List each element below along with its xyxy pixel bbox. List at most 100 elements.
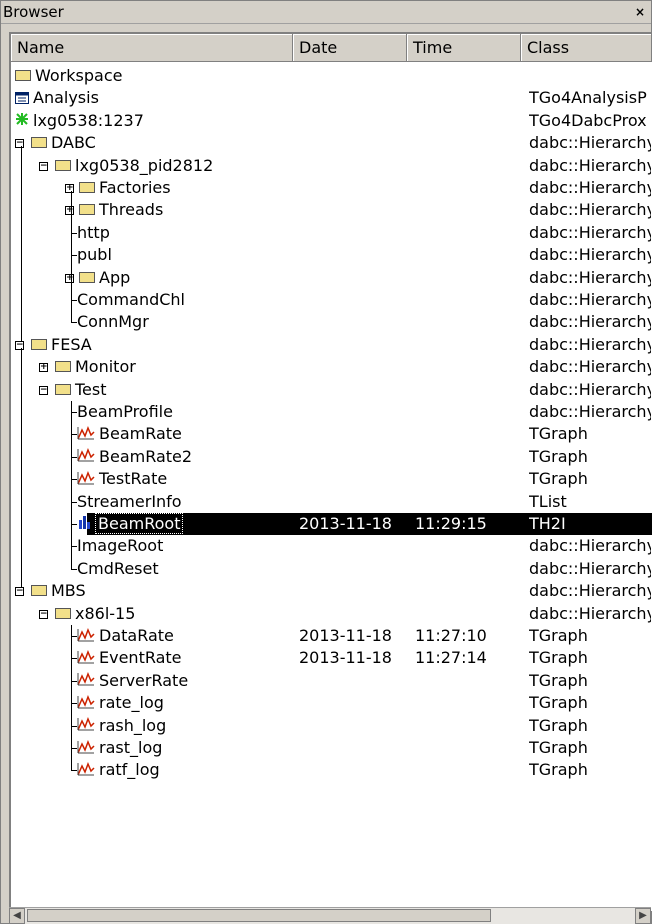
tree-row[interactable]: CmdReset dabc::Hierarchy <box>11 558 652 580</box>
tree-row[interactable]: ImageRoot dabc::Hierarchy <box>11 535 652 557</box>
row-name: BeamRoot <box>77 513 184 536</box>
row-date: 2013-11-18 <box>299 626 392 645</box>
tree-row[interactable]: + Monitor dabc::Hierarchy <box>11 356 652 378</box>
tree-row[interactable]: BeamRate2 TGraph <box>11 446 652 468</box>
row-name: Threads <box>79 199 163 221</box>
folder-icon <box>31 137 47 149</box>
tree-row[interactable]: http dabc::Hierarchy <box>11 222 652 244</box>
row-label: BeamRate2 <box>99 446 193 466</box>
folder-icon <box>55 383 71 395</box>
row-name: ImageRoot <box>77 535 163 557</box>
row-name: lxg0538_pid2812 <box>55 155 213 177</box>
row-time: 11:27:14 <box>415 648 487 668</box>
graph-icon <box>77 715 95 737</box>
tree-row[interactable]: BeamRate TGraph <box>11 423 652 445</box>
tree-row[interactable]: − x86l-15 dabc::Hierarchy <box>11 603 652 625</box>
expand-icon[interactable]: + <box>39 363 48 373</box>
horizontal-scrollbar[interactable]: ◀ ▶ <box>9 907 651 924</box>
tree-row[interactable]: EventRate 2013-11-18 11:27:14 TGraph <box>11 647 652 669</box>
graph-icon <box>77 760 95 782</box>
row-name: MBS <box>31 580 86 602</box>
row-class: TGraph <box>529 446 588 466</box>
tree-row[interactable]: DataRate 2013-11-18 11:27:10 TGraph <box>11 625 652 647</box>
tree-row[interactable]: ServerRate TGraph <box>11 670 652 692</box>
collapse-icon[interactable]: − <box>15 340 24 350</box>
tree-row[interactable]: − lxg0538_pid2812 dabc::Hierarchy <box>11 155 652 177</box>
tree-row[interactable]: Workspace <box>11 65 652 87</box>
tree-list-view[interactable]: Name Date Time Class Workspace Analysis TG… <box>9 32 652 911</box>
expand-icon[interactable]: + <box>65 206 74 216</box>
row-label: CommandChl <box>77 290 185 309</box>
tree-row[interactable]: rash_log TGraph <box>11 715 652 737</box>
row-class: dabc::Hierarchy <box>529 267 651 287</box>
folder-icon <box>55 361 71 373</box>
row-name: CmdReset <box>77 558 159 580</box>
folder-icon <box>31 338 47 350</box>
title-bar[interactable]: Browser × <box>1 1 651 24</box>
tree-row[interactable]: CommandChl dabc::Hierarchy <box>11 289 652 311</box>
tree-row[interactable]: publ dabc::Hierarchy <box>11 244 652 266</box>
tree-row[interactable]: Analysis TGo4AnalysisP <box>11 87 652 109</box>
tree-row[interactable]: − DABC dabc::Hierarchy <box>11 132 652 154</box>
row-label: ServerRate <box>99 670 189 690</box>
tree-row[interactable]: ConnMgr dabc::Hierarchy <box>11 311 652 333</box>
tree-row[interactable]: ratf_log TGraph <box>11 759 652 781</box>
expand-icon[interactable]: + <box>65 273 74 283</box>
collapse-icon[interactable]: − <box>39 385 48 395</box>
tree-row[interactable]: TestRate TGraph <box>11 468 652 490</box>
scroll-left-icon[interactable]: ◀ <box>9 908 25 924</box>
tree-row[interactable]: + Factories dabc::Hierarchy <box>11 177 652 199</box>
column-header-class[interactable]: Class <box>521 34 652 62</box>
scroll-right-icon[interactable]: ▶ <box>635 908 651 924</box>
scrollbar-thumb[interactable] <box>27 909 491 922</box>
column-header-date[interactable]: Date <box>293 34 407 62</box>
graph-icon <box>77 626 95 648</box>
tree-row[interactable]: + App dabc::Hierarchy <box>11 267 652 289</box>
collapse-icon[interactable]: − <box>15 139 24 149</box>
tree-connector-line <box>71 191 72 323</box>
tree-row[interactable]: StreamerInfo TList <box>11 491 652 513</box>
tree-row[interactable]: + Threads dabc::Hierarchy <box>11 199 652 221</box>
row-class: dabc::Hierarchy <box>529 581 651 601</box>
tree-row[interactable]: lxg0538:1237 TGo4DabcProx <box>11 110 652 132</box>
tree-row[interactable]: BeamRoot 2013-11-18 11:29:15 TH2I <box>11 513 652 535</box>
collapse-icon[interactable]: − <box>39 609 48 619</box>
row-name: Workspace <box>15 65 122 87</box>
row-label: lxg0538:1237 <box>33 110 144 130</box>
graph-icon <box>77 469 95 491</box>
row-name: publ <box>77 244 112 266</box>
tree-connector-line <box>21 347 22 589</box>
close-icon[interactable]: × <box>633 5 647 19</box>
row-name: FESA <box>31 334 92 356</box>
tree-row[interactable]: BeamProfile dabc::Hierarchy <box>11 401 652 423</box>
collapse-icon[interactable]: − <box>39 161 48 171</box>
row-class: TGo4DabcProx <box>529 110 647 130</box>
column-header-name[interactable]: Name <box>11 34 293 62</box>
dabc-server-icon <box>15 110 29 132</box>
tree-row[interactable]: − MBS dabc::Hierarchy <box>11 580 652 602</box>
row-label: rate_log <box>99 693 164 713</box>
row-name: Analysis <box>15 87 99 110</box>
tree-row[interactable]: rast_log TGraph <box>11 737 652 759</box>
row-label: BeamProfile <box>77 402 173 421</box>
tree-connector-line <box>71 625 72 771</box>
row-label: EventRate <box>99 648 182 668</box>
row-class: dabc::Hierarchy <box>529 245 651 265</box>
row-name: Factories <box>79 177 171 199</box>
row-name: App <box>79 267 130 289</box>
tree-row[interactable]: rate_log TGraph <box>11 692 652 714</box>
column-header-time[interactable]: Time <box>407 34 521 62</box>
row-label: Analysis <box>33 88 99 108</box>
tree-row[interactable]: − FESA dabc::Hierarchy <box>11 334 652 356</box>
row-class: TGraph <box>529 469 588 489</box>
tree-row[interactable]: − Test dabc::Hierarchy <box>11 379 652 401</box>
row-class: dabc::Hierarchy <box>529 379 651 399</box>
row-class: TGraph <box>529 670 588 690</box>
folder-icon <box>79 204 95 216</box>
row-class: dabc::Hierarchy <box>529 558 651 578</box>
collapse-icon[interactable]: − <box>15 587 24 597</box>
row-class: dabc::Hierarchy <box>529 536 651 556</box>
folder-icon <box>55 159 71 171</box>
row-label: publ <box>77 245 112 265</box>
expand-icon[interactable]: + <box>65 184 74 193</box>
